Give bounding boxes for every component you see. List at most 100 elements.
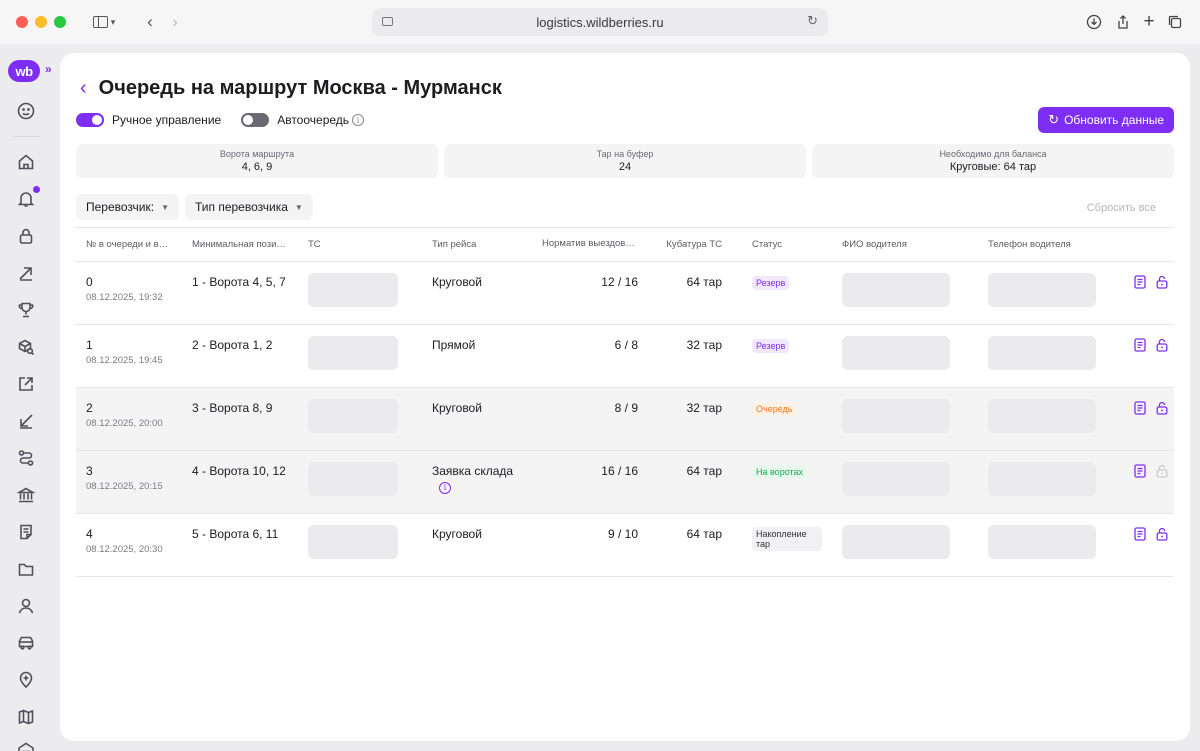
driver-name-cell: [832, 324, 978, 388]
departure-norm: 12 / 16: [532, 261, 648, 325]
unlock-icon[interactable]: [1156, 401, 1168, 415]
unlock-icon[interactable]: [1156, 275, 1168, 289]
driver-phone-placeholder[interactable]: [988, 336, 1096, 370]
col-vehicle[interactable]: ТС: [298, 227, 422, 262]
unlock-icon[interactable]: [1156, 527, 1168, 541]
route-icon[interactable]: [15, 447, 37, 469]
vehicle-placeholder[interactable]: [308, 525, 398, 559]
document-icon[interactable]: [1134, 338, 1146, 352]
wb-logo[interactable]: wb: [8, 60, 40, 82]
departure-norm: 8 / 9: [532, 387, 648, 451]
vehicle-placeholder[interactable]: [308, 462, 398, 496]
reload-icon[interactable]: ↻: [807, 13, 818, 29]
new-tab-icon[interactable]: +: [1137, 10, 1161, 34]
share-icon[interactable]: [1111, 10, 1135, 34]
unlock-icon[interactable]: [1156, 338, 1168, 352]
reset-all-button[interactable]: Сбросить все: [1087, 202, 1156, 214]
location-plus-icon[interactable]: [15, 669, 37, 691]
queue-cell: 3 08.12.2025, 20:15: [76, 450, 182, 514]
driver-phone-placeholder[interactable]: [988, 399, 1096, 433]
driver-phone-placeholder[interactable]: [988, 525, 1096, 559]
expand-sidebar-icon[interactable]: »: [45, 62, 52, 76]
queue-number: 3: [86, 464, 93, 478]
table-row[interactable]: 4 08.12.2025, 20:30 5 - Ворота 6, 11 Кру…: [76, 513, 1174, 577]
manual-control-toggle[interactable]: [76, 113, 104, 127]
home-icon[interactable]: [15, 151, 37, 173]
table-row[interactable]: 2 08.12.2025, 20:00 3 - Ворота 8, 9 Круг…: [76, 387, 1174, 451]
trophy-icon[interactable]: [15, 299, 37, 321]
document-icon[interactable]: [1134, 275, 1146, 289]
vehicle-placeholder[interactable]: [308, 273, 398, 307]
col-queue-number[interactable]: № в очереди и время: [76, 227, 182, 262]
vehicle-placeholder[interactable]: [308, 399, 398, 433]
table-row[interactable]: 0 08.12.2025, 19:32 1 - Ворота 4, 5, 7 К…: [76, 261, 1174, 325]
col-status[interactable]: Статус: [732, 227, 832, 262]
refresh-data-label: Обновить данные: [1064, 113, 1164, 127]
mode-toggles: Ручное управление Автоочередь i: [76, 113, 365, 127]
unlock-icon[interactable]: [1156, 464, 1168, 478]
queue-time: 08.12.2025, 19:32: [86, 292, 163, 303]
stat-balance-required: Необходимо для баланса Круговые: 64 тар: [812, 144, 1174, 178]
carrier-type-filter[interactable]: Тип перевозчика ▼: [185, 194, 313, 220]
sidebar-toggle-button[interactable]: ▾: [86, 11, 122, 33]
minimize-window-button[interactable]: [35, 16, 47, 28]
refresh-data-button[interactable]: ↻ Обновить данные: [1038, 107, 1174, 133]
user-icon[interactable]: [15, 595, 37, 617]
driver-name-placeholder[interactable]: [842, 399, 950, 433]
bell-icon[interactable]: [15, 186, 40, 210]
close-window-button[interactable]: [16, 16, 28, 28]
driver-phone-placeholder[interactable]: [988, 273, 1096, 307]
col-vehicle-volume[interactable]: Кубатура ТС: [648, 227, 732, 262]
document-icon[interactable]: [1134, 401, 1146, 415]
address-bar[interactable]: logistics.wildberries.ru ↻: [372, 8, 828, 36]
site-settings-icon[interactable]: [382, 17, 393, 26]
vehicle-placeholder[interactable]: [308, 336, 398, 370]
table-row[interactable]: 1 08.12.2025, 19:45 2 - Ворота 1, 2 Прям…: [76, 324, 1174, 388]
truck-icon[interactable]: [15, 632, 37, 654]
document-icon[interactable]: [1134, 527, 1146, 541]
driver-name-placeholder[interactable]: [842, 336, 950, 370]
external-box-icon[interactable]: [15, 373, 37, 395]
bank-icon[interactable]: [15, 484, 37, 506]
browser-back-button[interactable]: ‹: [140, 11, 160, 33]
col-min-position[interactable]: Минимальная позиция: [182, 227, 298, 262]
document-icon[interactable]: [15, 521, 37, 543]
queue-number: 2: [86, 401, 93, 415]
actions-cell: [1124, 324, 1174, 388]
chevron-down-icon: ▾: [110, 16, 116, 27]
driver-name-placeholder[interactable]: [842, 462, 950, 496]
arrow-up-right-icon[interactable]: [15, 262, 37, 284]
status-badge: Накопление тар: [752, 527, 822, 551]
col-trip-type[interactable]: Тип рейса: [422, 227, 532, 262]
caret-down-icon: ▼: [161, 202, 169, 212]
col-departure-norm[interactable]: Норматив выездов i: [532, 227, 648, 262]
manual-control-label: Ручное управление: [112, 113, 222, 127]
auto-queue-toggle[interactable]: [241, 113, 270, 127]
driver-name-placeholder[interactable]: [842, 273, 950, 307]
table-row[interactable]: 3 08.12.2025, 20:15 4 - Ворота 10, 12 За…: [76, 450, 1174, 514]
col-driver-name[interactable]: ФИО водителя: [832, 227, 978, 262]
tabs-overview-icon[interactable]: [1163, 10, 1187, 34]
back-chevron-icon[interactable]: ‹: [80, 77, 87, 100]
col-driver-phone[interactable]: Телефон водителя: [978, 227, 1124, 262]
folder-icon[interactable]: [15, 558, 37, 580]
warehouse-icon[interactable]: [15, 739, 37, 751]
driver-name-cell: [832, 513, 978, 577]
info-icon[interactable]: i: [352, 114, 365, 126]
queue-number: 4: [86, 527, 93, 541]
driver-name-placeholder[interactable]: [842, 525, 950, 559]
map-icon[interactable]: [15, 706, 37, 728]
queue-cell: 0 08.12.2025, 19:32: [76, 261, 182, 325]
driver-phone-cell: [978, 261, 1124, 325]
browser-forward-button[interactable]: ›: [165, 11, 185, 33]
arrow-down-left-icon[interactable]: [15, 410, 37, 432]
driver-phone-placeholder[interactable]: [988, 462, 1096, 496]
box-search-icon[interactable]: [15, 336, 37, 358]
maximize-window-button[interactable]: [54, 16, 66, 28]
info-icon[interactable]: i: [439, 481, 451, 494]
document-icon[interactable]: [1134, 464, 1146, 478]
carrier-filter[interactable]: Перевозчик: ▼: [76, 194, 179, 220]
lock-icon[interactable]: [15, 225, 37, 247]
download-icon[interactable]: [1082, 10, 1106, 34]
account-circle-icon[interactable]: [15, 100, 37, 122]
